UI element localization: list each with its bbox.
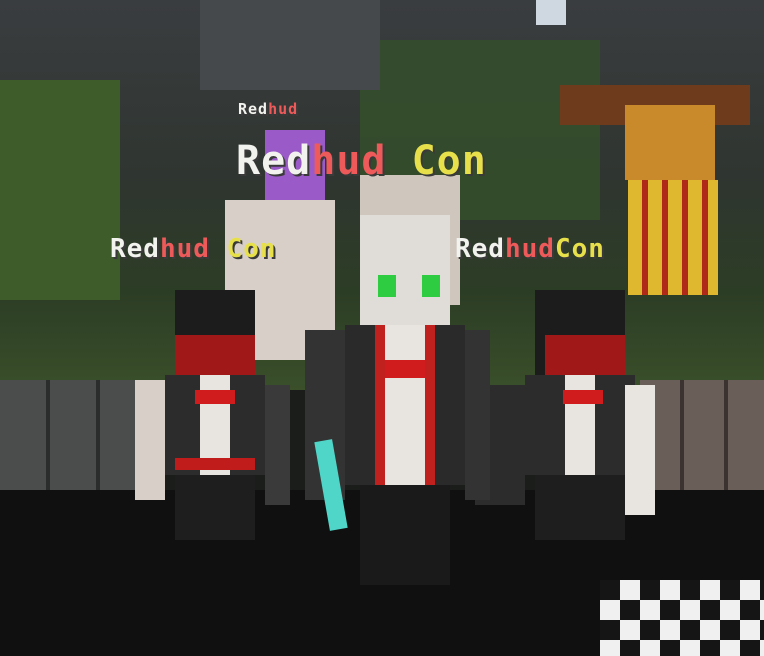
player-left (135, 290, 290, 540)
scarecrow-head (625, 105, 715, 180)
stone-brick-wall (640, 380, 764, 500)
game-viewport: Redhud Redhud Con Redhud Con RedhudCon (0, 0, 764, 656)
sky-gap (536, 0, 566, 25)
stone-brick-wall (0, 380, 150, 490)
nametag-right: RedhudCon (455, 234, 605, 264)
nametag-left: Redhud Con (110, 234, 277, 264)
player-right (475, 290, 655, 540)
snow-blocks (600, 580, 764, 656)
stone-block (200, 0, 380, 90)
nametag-center: Redhud Con (236, 138, 487, 184)
player-center (300, 215, 490, 585)
grass-patch (0, 80, 120, 300)
scarecrow-body (628, 180, 718, 295)
nametag-top-small: Redhud (238, 100, 299, 118)
